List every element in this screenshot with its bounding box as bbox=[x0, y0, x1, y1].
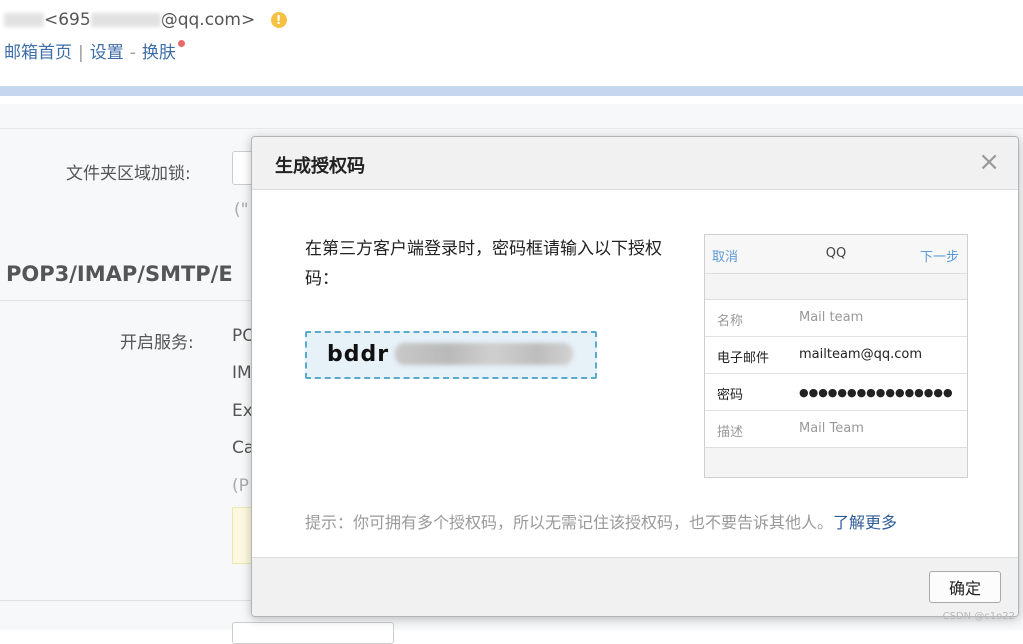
watermark: CSDN @c1o22 bbox=[942, 611, 1015, 622]
section-divider bbox=[0, 300, 252, 301]
row-value: mailteam@qq.com bbox=[799, 347, 922, 362]
services-label: 开启服务: bbox=[120, 333, 194, 353]
phone-row-name: 名称 Mail team bbox=[705, 300, 967, 337]
phone-example: 取消 QQ 下一步 名称 Mail team 电子邮件 mailteam@qq.… bbox=[704, 234, 968, 478]
row-label: 描述 bbox=[717, 425, 744, 440]
row-value: Mail team bbox=[799, 310, 864, 325]
dialog-title: 生成授权码 bbox=[275, 156, 365, 177]
phone-row-email: 电子邮件 mailteam@qq.com bbox=[705, 337, 967, 374]
row-label: 密码 bbox=[717, 388, 744, 403]
link-separator: | bbox=[78, 43, 84, 63]
account-prefix: <695 bbox=[44, 10, 91, 30]
change-skin-link[interactable]: 换肤 bbox=[142, 43, 176, 63]
phone-form: 名称 Mail team 电子邮件 mailteam@qq.com 密码 ●●●… bbox=[705, 299, 967, 448]
warning-icon[interactable]: ! bbox=[270, 12, 287, 28]
service-item: IM bbox=[232, 363, 252, 383]
learn-more-link[interactable]: 了解更多 bbox=[833, 513, 897, 532]
mailbox-home-link[interactable]: 邮箱首页 bbox=[4, 43, 72, 63]
row-label: 名称 bbox=[717, 314, 744, 329]
row-label: 电子邮件 bbox=[717, 351, 770, 366]
settings-link[interactable]: 设置 bbox=[90, 43, 124, 63]
bottom-divider bbox=[0, 600, 252, 601]
new-dot-icon bbox=[177, 40, 185, 47]
bottom-input[interactable] bbox=[232, 622, 394, 644]
close-icon[interactable]: × bbox=[978, 149, 1000, 175]
redacted-name bbox=[4, 13, 44, 27]
redacted-code bbox=[395, 343, 573, 365]
account-suffix: @qq.com> bbox=[160, 10, 256, 30]
tip-text: 提示：你可拥有多个授权码，所以无需记住该授权码，也不要告诉其他人。了解更多 bbox=[305, 509, 897, 533]
service-item: Ex bbox=[232, 401, 253, 421]
section-title: POP3/IMAP/SMTP/E bbox=[6, 262, 233, 286]
redacted-number bbox=[90, 13, 161, 27]
row-value: ●●●●●●●●●●●●●●●● bbox=[799, 386, 953, 399]
phone-row-desc: 描述 Mail Team bbox=[705, 411, 967, 447]
instruction-text: 在第三方客户端登录时，密码框请输入以下授权码： bbox=[305, 239, 662, 289]
auth-code: bddr bbox=[327, 342, 390, 367]
phone-nav-bar: 取消 QQ 下一步 bbox=[705, 235, 967, 274]
divider bbox=[0, 128, 1023, 129]
header-band bbox=[0, 86, 1023, 96]
phone-row-password: 密码 ●●●●●●●●●●●●●●●● bbox=[705, 374, 967, 411]
auth-code-dialog: 生成授权码 × 在第三方客户端登录时，密码框请输入以下授权码： bddr 取消 … bbox=[251, 136, 1019, 617]
service-item: (P bbox=[232, 476, 249, 496]
confirm-button[interactable]: 确定 bbox=[929, 571, 1001, 603]
auth-code-box[interactable]: bddr bbox=[305, 331, 597, 379]
folder-lock-hint: (" bbox=[234, 200, 249, 220]
dialog-header: 生成授权码 × bbox=[252, 137, 1018, 190]
row-value: Mail Team bbox=[799, 421, 864, 436]
tip-message: 提示：你可拥有多个授权码，所以无需记住该授权码，也不要告诉其他人。 bbox=[305, 513, 834, 532]
phone-next: 下一步 bbox=[919, 250, 959, 265]
link-dash: - bbox=[129, 43, 136, 63]
top-links: 邮箱首页 | 设置 - 换肤 bbox=[4, 38, 185, 63]
account-address: <695 @qq.com> ! bbox=[4, 10, 287, 30]
folder-lock-label: 文件夹区域加锁: bbox=[66, 164, 191, 184]
top-bar: <695 @qq.com> ! 邮箱首页 | 设置 - 换肤 bbox=[0, 0, 1023, 90]
dialog-footer: 确定 bbox=[252, 557, 1018, 616]
